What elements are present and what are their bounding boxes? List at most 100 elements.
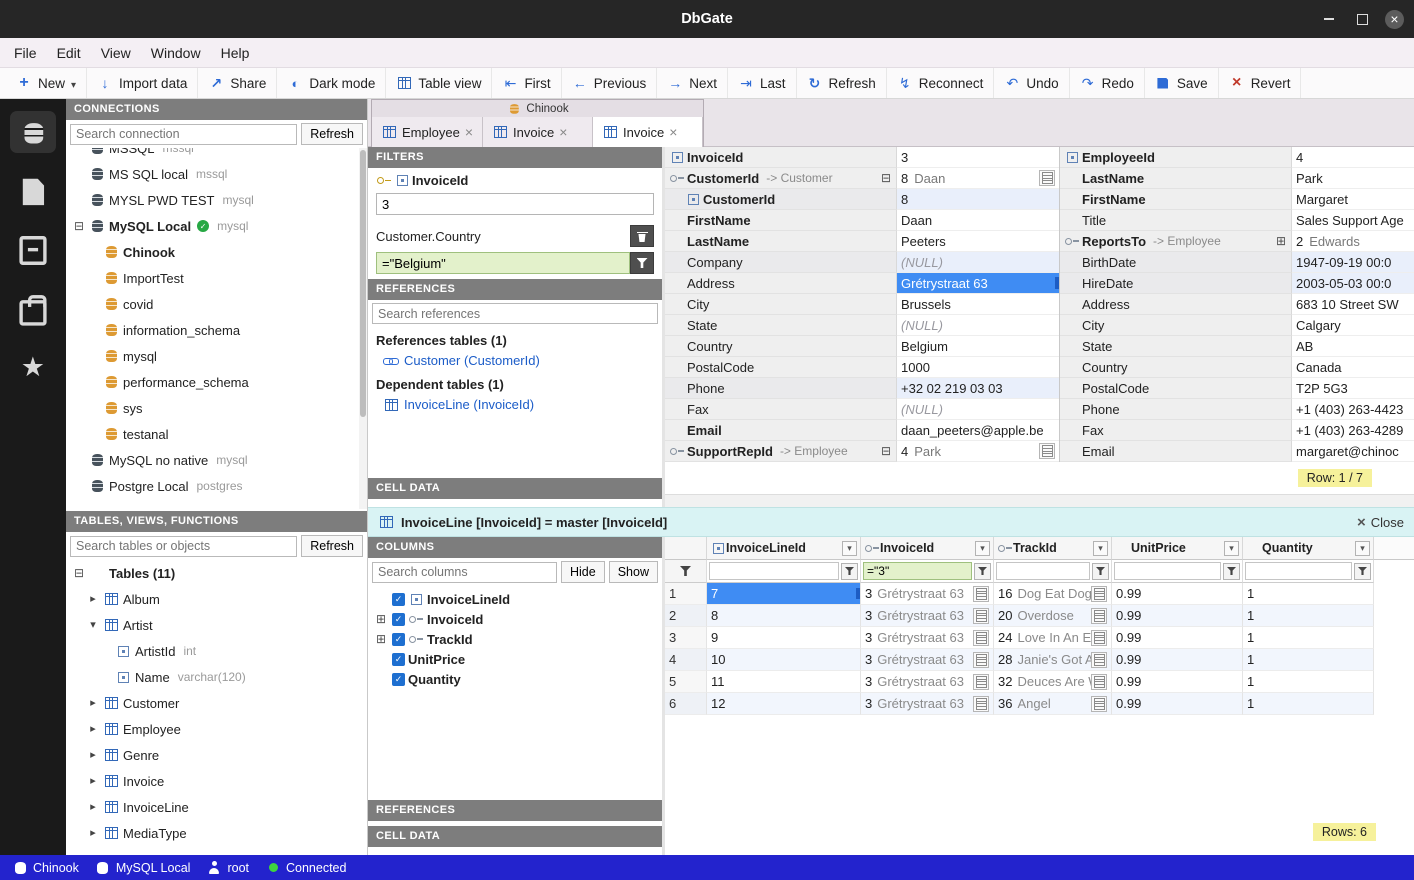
toolbar-button[interactable]: First <box>492 68 561 98</box>
open-reference-button[interactable] <box>1091 696 1107 712</box>
toolbar-button[interactable]: Next <box>657 68 728 98</box>
connection-item[interactable]: MS SQL local mssql <box>66 161 367 187</box>
column-item[interactable]: InvoiceLineId <box>368 589 662 609</box>
toolbar-button[interactable]: Refresh <box>797 68 887 98</box>
column-item[interactable]: UnitPrice <box>368 649 662 669</box>
form-row[interactable]: LastName Peeters <box>665 231 1059 252</box>
connection-item[interactable]: covid <box>66 291 367 317</box>
form-value-cell[interactable]: +32 02 219 03 03 <box>897 378 1059 399</box>
close-detail-button[interactable]: Close <box>1357 514 1404 531</box>
tree-item[interactable]: Tables (11) <box>66 560 367 586</box>
column-checkbox[interactable] <box>392 633 405 646</box>
toolbar-button[interactable]: Last <box>728 68 797 98</box>
toolbar-button[interactable]: Undo <box>994 68 1069 98</box>
chevron-down-icon[interactable] <box>85 618 101 633</box>
open-reference-button[interactable] <box>1091 608 1107 624</box>
form-row[interactable]: SupportRepId -> Employee 4 Park <box>665 441 1059 462</box>
chevron-right-icon[interactable] <box>85 722 101 737</box>
quantity-cell[interactable]: 1 <box>1243 693 1374 715</box>
connections-scrollbar[interactable] <box>359 148 367 509</box>
invoiceid-cell[interactable]: 3 Grétrystraat 63 <box>861 605 994 627</box>
show-column-button[interactable]: Show <box>609 561 658 583</box>
form-value-cell[interactable]: 3 <box>897 147 1059 168</box>
toolbar-button[interactable]: Share <box>198 68 277 98</box>
form-value-cell[interactable]: Peeters <box>897 231 1059 252</box>
column-item[interactable]: Quantity <box>368 669 662 689</box>
form-row[interactable]: Fax +1 (403) 263-4289 <box>1060 420 1414 441</box>
invoicelineid-cell[interactable]: 11 <box>707 671 861 693</box>
row-number-cell[interactable]: 4 <box>665 649 707 671</box>
column-menu-button[interactable] <box>1093 541 1108 556</box>
form-value-cell[interactable]: Park <box>1292 168 1414 189</box>
refresh-tables-button[interactable]: Refresh <box>301 535 363 557</box>
tree-item[interactable]: InvoiceLine <box>66 794 367 820</box>
column-checkbox[interactable] <box>392 613 405 626</box>
refresh-connections-button[interactable]: Refresh <box>301 123 363 145</box>
connection-item[interactable]: MySQL no native mysql <box>66 447 367 473</box>
invoicelineid-cell[interactable]: 9 <box>707 627 861 649</box>
form-value-cell[interactable]: (NULL) <box>897 399 1059 420</box>
form-value-cell[interactable]: +1 (403) 263-4423 <box>1292 399 1414 420</box>
form-value-cell[interactable]: Canada <box>1292 357 1414 378</box>
form-value-cell[interactable]: Daan <box>897 210 1059 231</box>
form-row[interactable]: City Calgary <box>1060 315 1414 336</box>
connection-item[interactable]: information_schema <box>66 317 367 343</box>
menu-item[interactable]: File <box>4 41 47 65</box>
form-row[interactable]: Phone +32 02 219 03 03 <box>665 378 1059 399</box>
grid-row[interactable]: 6 12 3 Grétrystraat 63 <box>665 693 1414 715</box>
close-button[interactable] <box>1385 10 1404 29</box>
form-value-cell[interactable]: T2P 5G3 <box>1292 378 1414 399</box>
grid-row[interactable]: 2 8 3 Grétrystraat 63 <box>665 605 1414 627</box>
sidebar-icon-button[interactable] <box>10 347 56 389</box>
form-value-cell[interactable]: Belgium <box>897 336 1059 357</box>
toolbar-button[interactable]: Dark mode <box>277 68 386 98</box>
quantity-cell[interactable]: 1 <box>1243 649 1374 671</box>
form-row[interactable]: PostalCode 1000 <box>665 357 1059 378</box>
menu-item[interactable]: View <box>91 41 141 65</box>
filter-trackid-input[interactable] <box>996 562 1090 580</box>
tab[interactable]: Employee <box>372 117 483 147</box>
remove-filter-button[interactable] <box>630 225 654 247</box>
column-checkbox[interactable] <box>392 673 405 686</box>
filter-menu-button[interactable] <box>974 563 991 580</box>
trackid-cell[interactable]: 24 Love In An El <box>994 627 1112 649</box>
open-reference-button[interactable] <box>1091 630 1107 646</box>
status-item[interactable]: Connected <box>265 860 346 875</box>
filter-menu-button[interactable] <box>1354 563 1371 580</box>
form-row[interactable]: State (NULL) <box>665 315 1059 336</box>
open-reference-button[interactable] <box>973 674 989 690</box>
invoiceid-filter-input[interactable] <box>376 193 654 215</box>
form-value-cell[interactable]: Margaret <box>1292 189 1414 210</box>
grid-column-header[interactable]: Quantity <box>1243 537 1374 560</box>
minimize-button[interactable] <box>1319 9 1339 29</box>
form-row[interactable]: State AB <box>1060 336 1414 357</box>
open-reference-button[interactable] <box>1091 674 1107 690</box>
toolbar-button[interactable]: Reconnect <box>887 68 995 98</box>
invoicelineid-cell[interactable]: 7 <box>707 583 861 605</box>
form-row[interactable]: Address 683 10 Street SW <box>1060 294 1414 315</box>
column-menu-button[interactable] <box>1224 541 1239 556</box>
search-connection-input[interactable] <box>70 124 297 145</box>
form-row[interactable]: InvoiceId 3 <box>665 147 1059 168</box>
chevron-right-icon[interactable] <box>85 592 101 607</box>
grid-column-header[interactable]: InvoiceLineId <box>707 537 861 560</box>
status-item[interactable]: MySQL Local <box>95 860 191 875</box>
open-reference-button[interactable] <box>973 608 989 624</box>
invoicelineid-cell[interactable]: 10 <box>707 649 861 671</box>
column-menu-button[interactable] <box>1355 541 1370 556</box>
row-number-cell[interactable]: 2 <box>665 605 707 627</box>
form-value-cell[interactable]: AB <box>1292 336 1414 357</box>
form-row[interactable]: CustomerId -> Customer 8 Daan <box>665 168 1059 189</box>
chevron-right-icon[interactable] <box>85 826 101 841</box>
connection-item[interactable]: MYSL PWD TEST mysql <box>66 187 367 213</box>
form-value-cell[interactable]: 683 10 Street SW <box>1292 294 1414 315</box>
unitprice-cell[interactable]: 0.99 <box>1112 671 1243 693</box>
form-row[interactable]: EmployeeId 4 <box>1060 147 1414 168</box>
tree-item[interactable]: Artist <box>66 612 367 638</box>
collapse-icon[interactable] <box>878 444 894 459</box>
trackid-cell[interactable]: 28 Janie's Got A <box>994 649 1112 671</box>
dependent-link[interactable]: InvoiceLine (InvoiceId) <box>368 394 662 415</box>
open-reference-button[interactable] <box>973 696 989 712</box>
form-value-cell[interactable]: +1 (403) 263-4289 <box>1292 420 1414 441</box>
search-references-input[interactable] <box>372 303 658 324</box>
